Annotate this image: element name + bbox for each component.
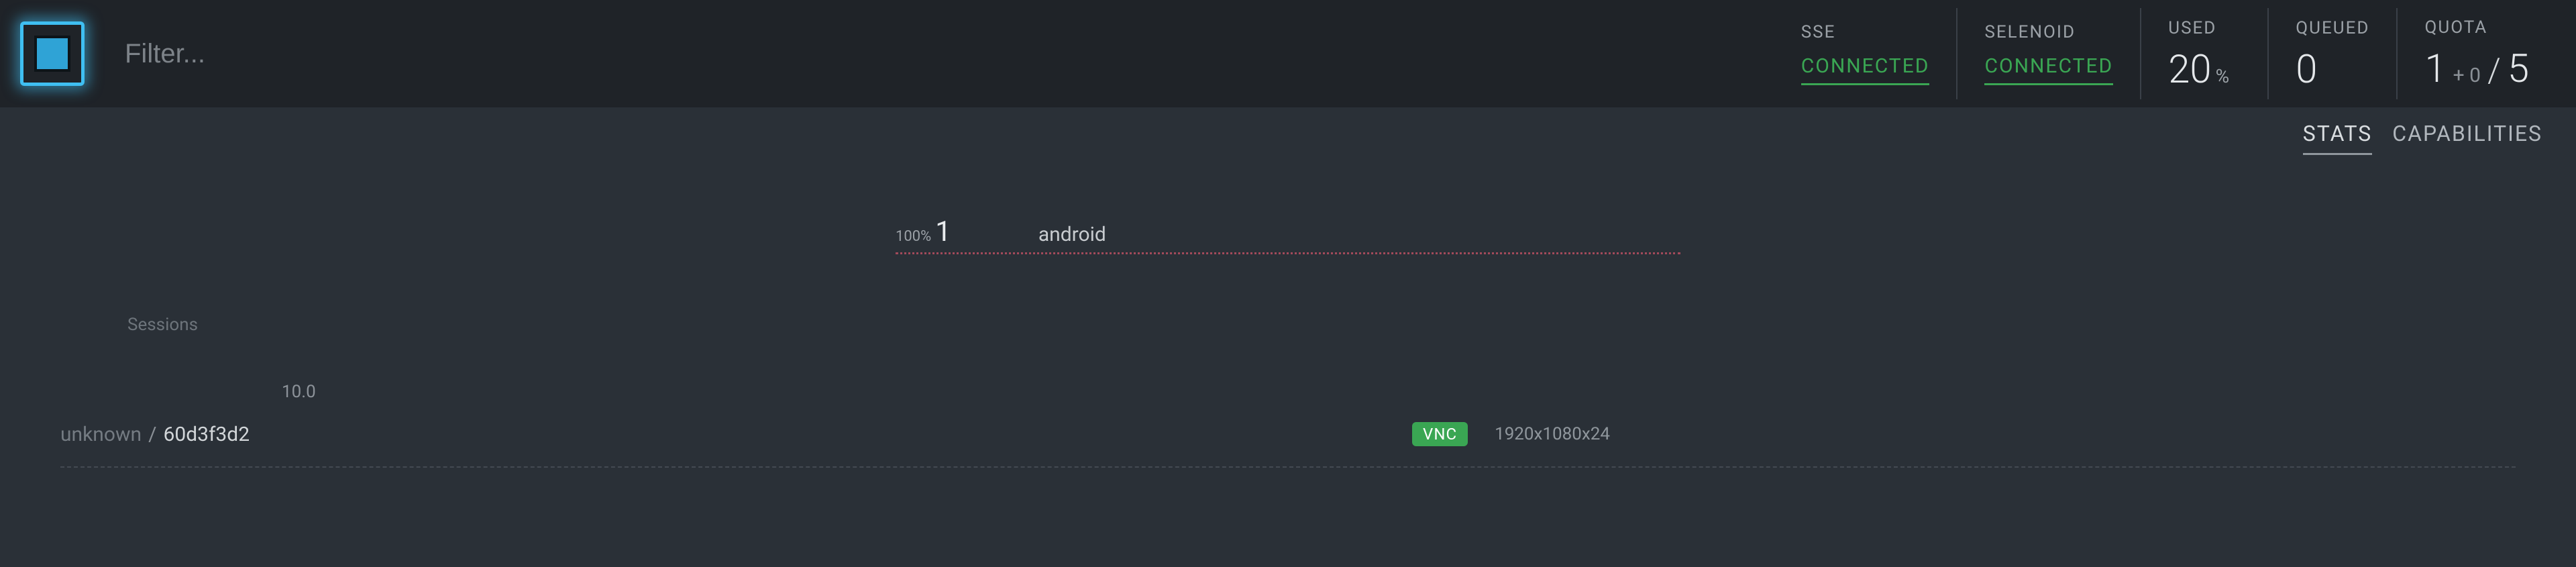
status-used: USED 20% — [2140, 8, 2267, 99]
status-queued: QUEUED 0 — [2267, 8, 2396, 99]
session-id: 60d3f3d2 — [164, 423, 250, 446]
tabs-row: STATS CAPABILITIES — [0, 107, 2576, 155]
browser-name: android — [1038, 223, 1106, 246]
session-separator: / — [148, 423, 156, 446]
status-used-value: 20% — [2168, 50, 2241, 89]
app-logo[interactable] — [20, 21, 85, 86]
status-selenoid: SELENOID CONNECTED — [1956, 8, 2140, 99]
status-queued-value: 0 — [2296, 50, 2369, 89]
browser-usage-bar[interactable]: 100% 1 android — [896, 215, 1680, 254]
quota-used: 1 — [2424, 50, 2446, 89]
quota-total: 5 — [2508, 50, 2529, 89]
sessions-section: Sessions 10.0 unknown / 60d3f3d2 VNC 192… — [60, 315, 2516, 468]
quota-divider: / — [2487, 52, 2501, 91]
status-quota-label: QUOTA — [2424, 17, 2529, 38]
session-client: unknown — [60, 423, 142, 446]
sessions-header: Sessions — [127, 315, 2516, 335]
session-row[interactable]: unknown / 60d3f3d2 VNC 1920x1080x24 — [60, 414, 2516, 468]
logo-square-icon — [34, 36, 70, 72]
used-suffix: % — [2216, 65, 2230, 87]
session-id-block: unknown / 60d3f3d2 — [60, 423, 250, 446]
status-selenoid-value: CONNECTED — [1984, 54, 2113, 85]
status-group: SSE CONNECTED SELENOID CONNECTED USED 20… — [1774, 0, 2556, 107]
status-quota-value: 1 + 0 / 5 — [2424, 50, 2529, 91]
tab-capabilities[interactable]: CAPABILITIES — [2392, 121, 2542, 155]
status-quota: QUOTA 1 + 0 / 5 — [2396, 8, 2556, 99]
status-sse-value: CONNECTED — [1801, 54, 1930, 85]
status-used-label: USED — [2168, 18, 2241, 38]
tab-stats[interactable]: STATS — [2303, 121, 2373, 155]
session-resolution: 1920x1080x24 — [1495, 424, 1610, 444]
status-selenoid-label: SELENOID — [1984, 22, 2113, 42]
header-bar: SSE CONNECTED SELENOID CONNECTED USED 20… — [0, 0, 2576, 107]
filter-input[interactable] — [125, 39, 1774, 69]
queued-number: 0 — [2296, 47, 2317, 93]
status-sse: SSE CONNECTED — [1774, 8, 1957, 99]
browser-count: 1 — [935, 215, 951, 248]
vnc-badge[interactable]: VNC — [1412, 422, 1468, 446]
quota-pending: + 0 — [2453, 64, 2481, 87]
status-queued-label: QUEUED — [2296, 18, 2369, 38]
browser-percent: 100% — [896, 228, 931, 245]
session-version-label: 10.0 — [282, 382, 2516, 402]
status-sse-label: SSE — [1801, 22, 1930, 42]
used-number: 20 — [2168, 47, 2211, 93]
